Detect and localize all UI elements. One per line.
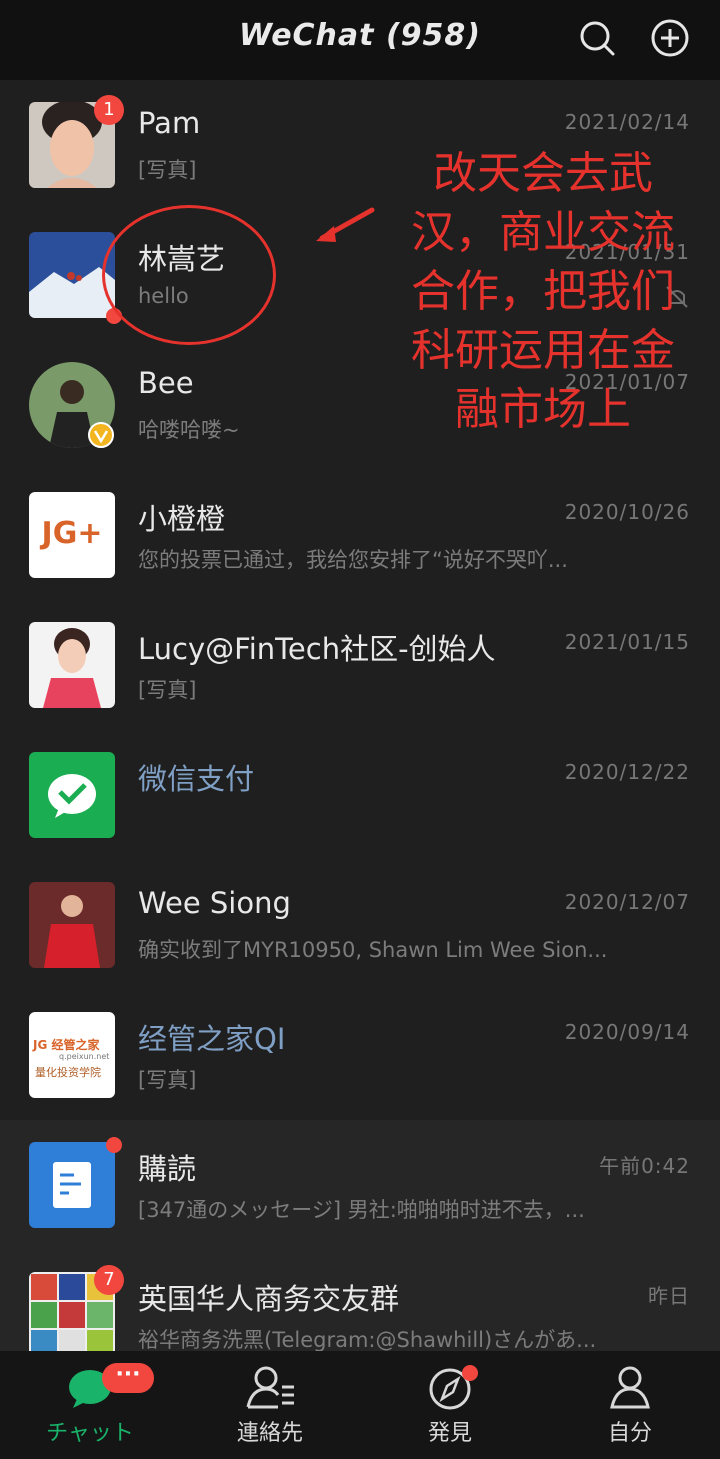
tab-contacts[interactable]: 連絡先 bbox=[180, 1351, 360, 1459]
chat-name: 微信支付 bbox=[138, 762, 255, 796]
avatar-logo-line: 量化投资学院 bbox=[35, 1066, 101, 1079]
app-header: WeChat (958) bbox=[0, 0, 720, 80]
chat-preview: [347通のメッセージ] 男社:啪啪啪时进不去，... bbox=[138, 1198, 585, 1222]
chat-preview: 确实收到了MYR10950, Shawn Lim Wee Sion... bbox=[138, 938, 608, 962]
chat-name: 購読 bbox=[138, 1152, 197, 1186]
annotation-circle bbox=[102, 205, 276, 345]
wechat-pay-icon bbox=[48, 774, 96, 818]
tab-label: 発見 bbox=[427, 1421, 472, 1446]
chat-name: Bee bbox=[138, 366, 194, 400]
bottom-tab-bar: ··· チャット 連絡先 発見 自分 bbox=[0, 1351, 720, 1459]
avatar bbox=[29, 1142, 115, 1228]
tab-label: 自分 bbox=[607, 1421, 652, 1446]
verified-icon bbox=[88, 422, 114, 448]
search-icon[interactable] bbox=[577, 18, 617, 58]
chat-preview: 您的投票已通过，我给您安排了“说好不哭吖... bbox=[138, 548, 568, 572]
unread-dot bbox=[106, 1137, 122, 1153]
chat-row-wechat-pay[interactable]: 微信支付 2020/12/22 bbox=[0, 730, 720, 860]
chat-name: 英国华人商务交友群 bbox=[138, 1282, 400, 1316]
chat-time: 昨日 bbox=[648, 1284, 690, 1308]
chat-time: 2020/10/26 bbox=[564, 500, 690, 524]
annotation-line: 汉，商业交流 bbox=[411, 207, 675, 258]
avatar bbox=[29, 622, 115, 708]
chat-time: 2021/02/14 bbox=[564, 110, 690, 134]
avatar: JG+ bbox=[29, 492, 115, 578]
annotation-arrow bbox=[316, 207, 375, 242]
chat-time: 2021/01/15 bbox=[564, 630, 690, 654]
unread-dot bbox=[462, 1365, 478, 1381]
tab-me[interactable]: 自分 bbox=[540, 1351, 720, 1459]
chat-row-lucy[interactable]: Lucy@FinTech社区-创始人 [写真] 2021/01/15 bbox=[0, 600, 720, 730]
chat-time: 午前0:42 bbox=[599, 1154, 690, 1178]
tab-label: 連絡先 bbox=[236, 1421, 303, 1446]
chat-row-wee-siong[interactable]: Wee Siong 确实收到了MYR10950, Shawn Lim Wee S… bbox=[0, 860, 720, 990]
annotation-line: 融市场上 bbox=[455, 384, 631, 435]
avatar: JG 经管之家 q.peixun.net 量化投资学院 bbox=[29, 1012, 115, 1098]
chat-name: 经管之家QI bbox=[138, 1022, 286, 1056]
chat-name: Wee Siong bbox=[138, 886, 291, 920]
tab-label: チャット bbox=[46, 1421, 134, 1446]
tab-badge: ··· bbox=[102, 1363, 154, 1393]
chat-time: 2020/12/07 bbox=[564, 890, 690, 914]
avatar-logo-text: JG+ bbox=[41, 516, 103, 551]
chat-time: 2020/12/22 bbox=[564, 760, 690, 784]
plus-circle-icon[interactable] bbox=[650, 18, 690, 58]
chat-row-xiaochengcheng[interactable]: JG+ 小橙橙 您的投票已通过，我给您安排了“说好不哭吖... 2020/10/… bbox=[0, 470, 720, 600]
chat-name: Lucy@FinTech社区-创始人 bbox=[138, 632, 496, 666]
annotation-line: 合作，把我们 bbox=[411, 266, 675, 317]
profile-icon bbox=[610, 1366, 650, 1409]
contacts-icon bbox=[246, 1366, 294, 1409]
unread-badge: 7 bbox=[94, 1265, 124, 1295]
chat-row-subscriptions[interactable]: 購読 [347通のメッセージ] 男社:啪啪啪时进不去，... 午前0:42 bbox=[0, 1120, 720, 1250]
annotation-text: 改天会去武 汉，商业交流 合作，把我们 科研运用在金 融市场上 bbox=[388, 144, 698, 439]
chat-row-jingguan[interactable]: JG 经管之家 q.peixun.net 量化投资学院 经管之家QI [写真] … bbox=[0, 990, 720, 1120]
subscription-icon bbox=[53, 1162, 91, 1208]
annotation-line: 科研运用在金 bbox=[411, 325, 675, 376]
avatar bbox=[29, 882, 115, 968]
tab-discover[interactable]: 発見 bbox=[360, 1351, 540, 1459]
annotation-line: 改天会去武 bbox=[433, 148, 653, 199]
chat-name: 小橙橙 bbox=[138, 502, 226, 536]
chat-preview: 裕华商务洗黑(Telegram:@Shawhill)さんがあ... bbox=[138, 1328, 597, 1352]
unread-badge: 1 bbox=[94, 95, 124, 125]
chat-name: Pam bbox=[138, 106, 201, 140]
tab-chats[interactable]: ··· チャット bbox=[0, 1351, 180, 1459]
avatar bbox=[29, 752, 115, 838]
chat-preview: [写真] bbox=[138, 678, 197, 702]
chat-preview: [写真] bbox=[138, 1068, 197, 1092]
avatar-logo-line: q.peixun.net bbox=[59, 1052, 110, 1061]
avatar-logo-line: JG 经管之家 bbox=[33, 1038, 100, 1052]
chat-time: 2020/09/14 bbox=[564, 1020, 690, 1044]
